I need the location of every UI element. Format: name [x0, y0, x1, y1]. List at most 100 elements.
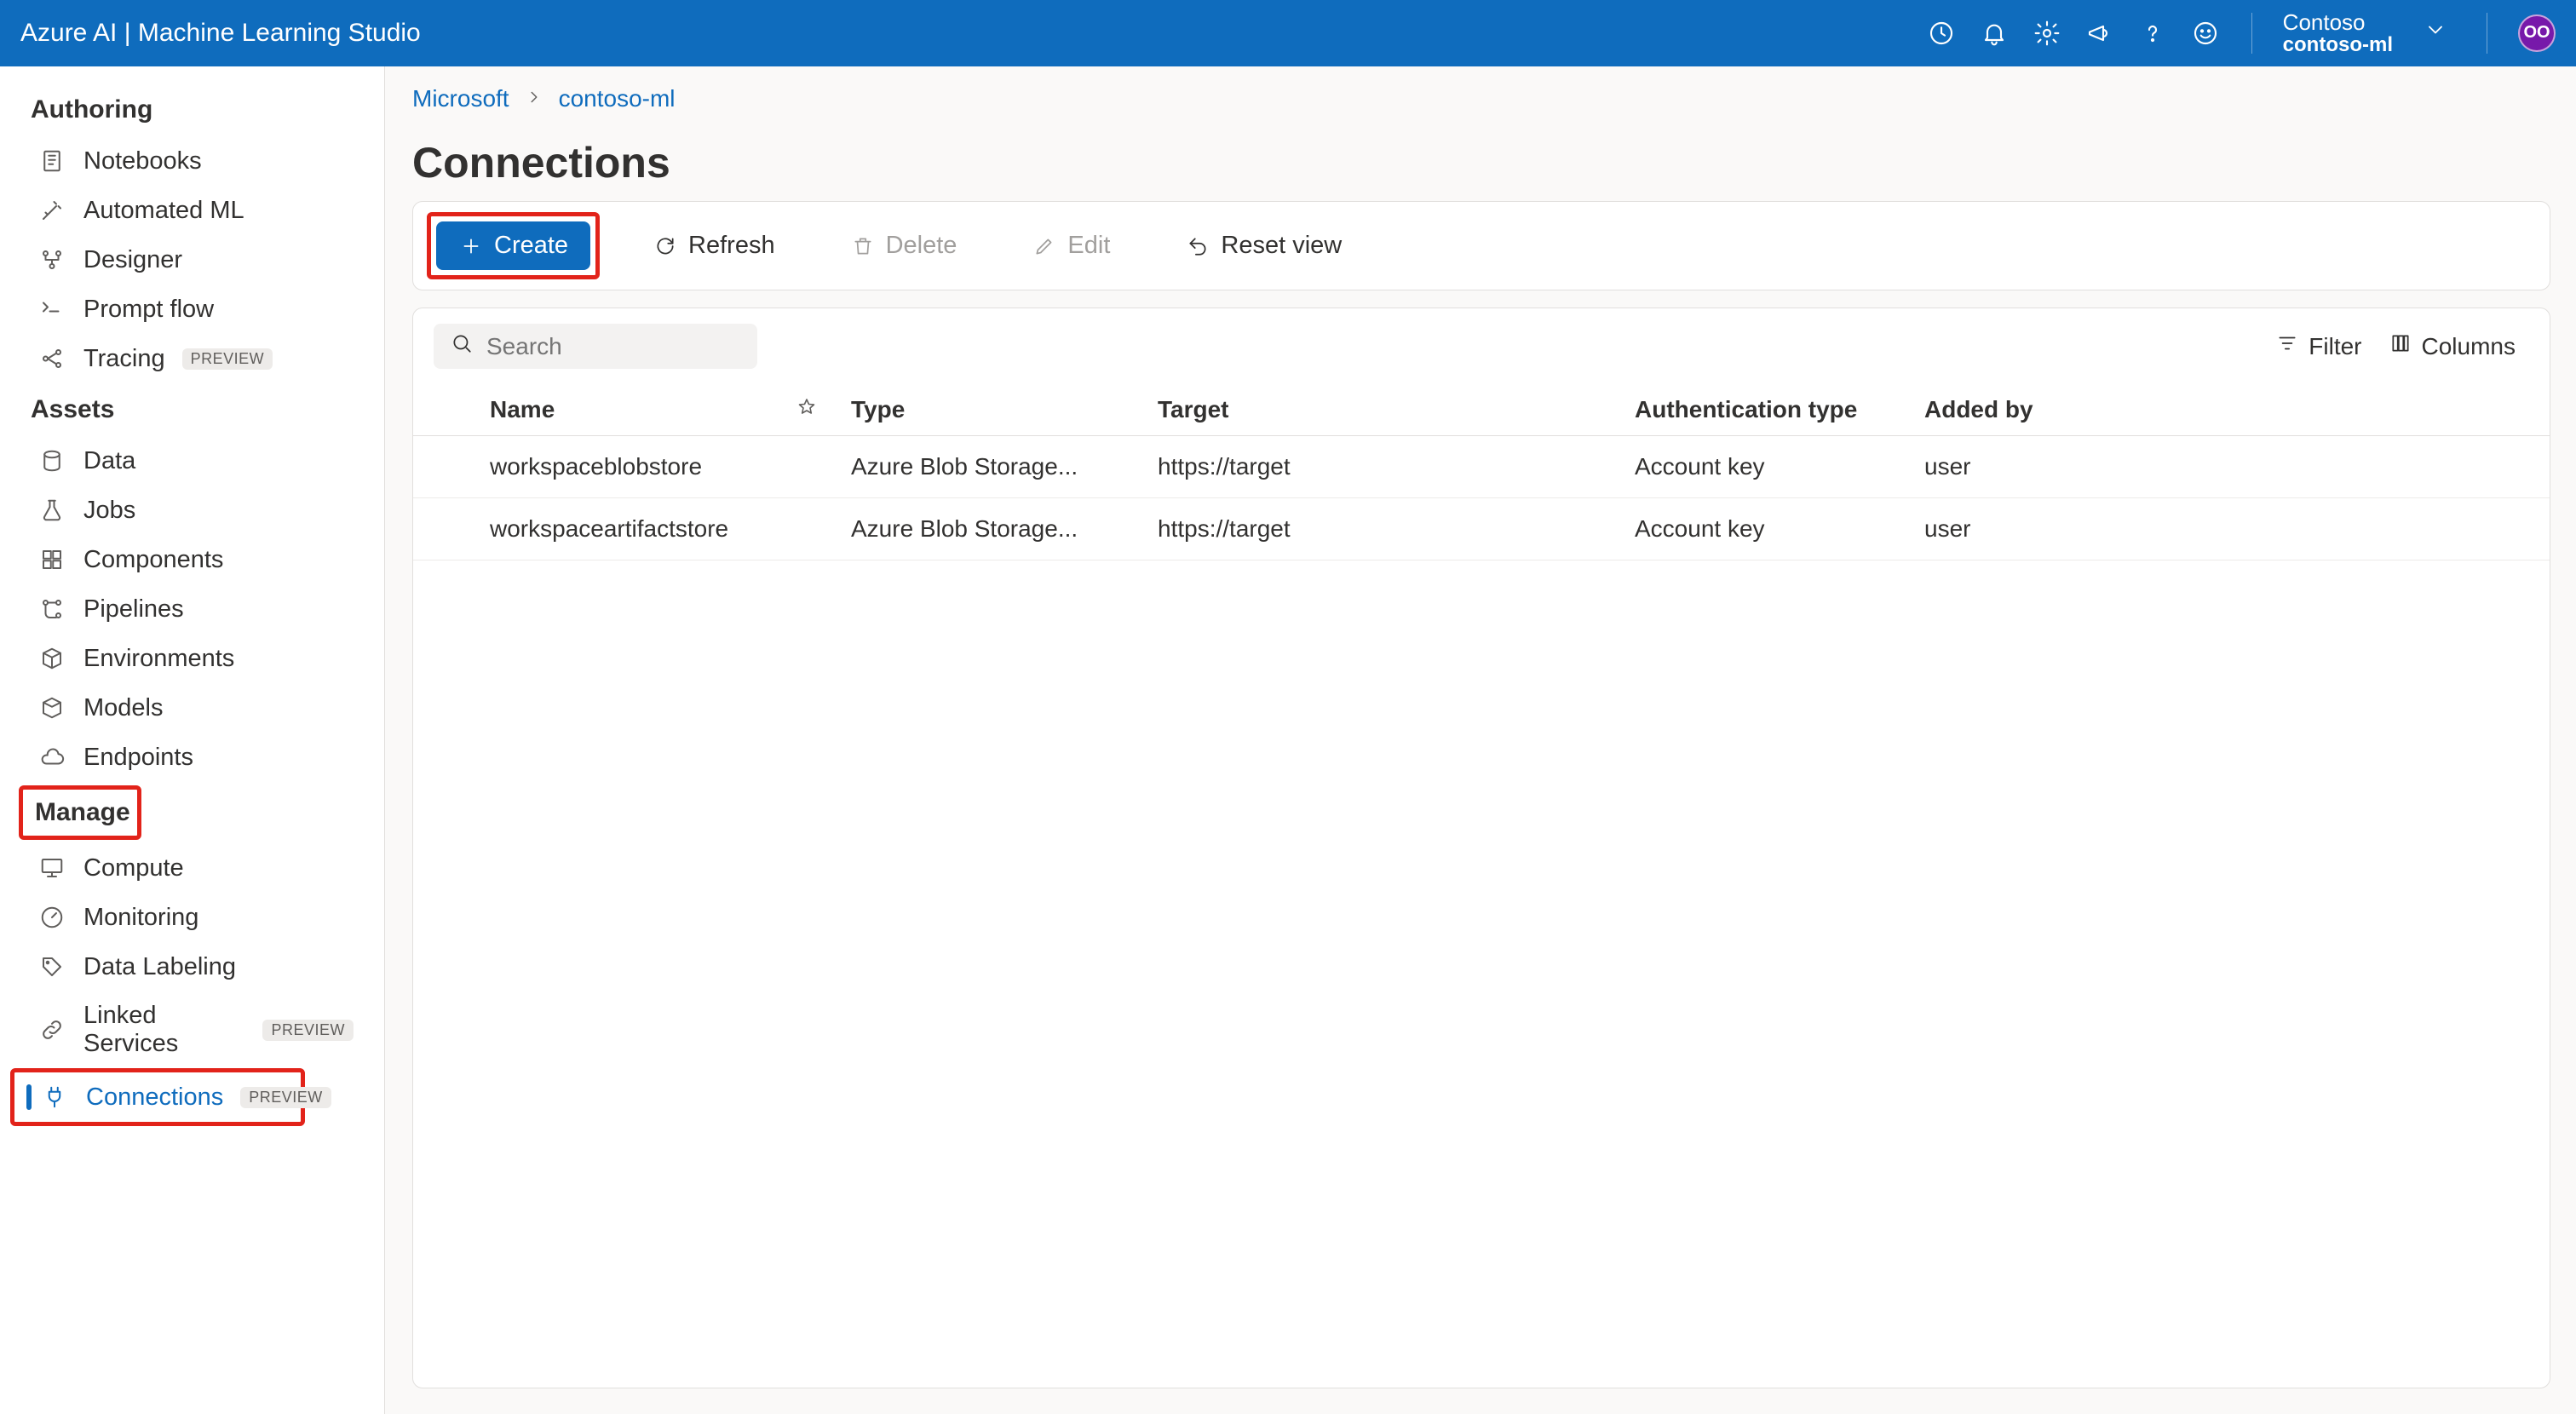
avatar[interactable]: OO	[2518, 14, 2556, 52]
search-box[interactable]	[434, 324, 757, 369]
sidebar-section-authoring: Authoring	[0, 83, 384, 136]
sidebar-item-jobs[interactable]: Jobs	[0, 486, 384, 535]
sidebar-item-datalabeling[interactable]: Data Labeling	[0, 942, 384, 992]
cell-added: user	[1907, 436, 2550, 498]
sidebar-item-tracing[interactable]: Tracing PREVIEW	[0, 334, 384, 383]
box-icon	[37, 644, 66, 673]
clock-icon[interactable]	[1926, 18, 1957, 49]
filter-icon	[2276, 332, 2298, 360]
refresh-button[interactable]: Refresh	[630, 221, 797, 270]
page-title: Connections	[412, 121, 2550, 201]
sidebar-item-pipelines[interactable]: Pipelines	[0, 584, 384, 634]
edit-button: Edit	[1009, 221, 1132, 270]
sidebar-item-compute[interactable]: Compute	[0, 843, 384, 893]
reset-view-button[interactable]: Reset view	[1163, 221, 1364, 270]
database-icon	[37, 446, 66, 475]
search-icon	[451, 332, 473, 360]
pipeline-icon	[37, 595, 66, 624]
search-input[interactable]	[486, 333, 794, 360]
sidebar-section-manage: Manage	[23, 790, 137, 836]
button-label: Edit	[1067, 232, 1110, 260]
sidebar-item-label: Data Labeling	[83, 953, 236, 981]
main-content: Microsoft contoso-ml Connections Create …	[385, 66, 2576, 1414]
sidebar-item-label: Components	[83, 546, 223, 574]
breadcrumb: Microsoft contoso-ml	[412, 82, 2550, 121]
sidebar-item-components[interactable]: Components	[0, 535, 384, 584]
refresh-icon	[653, 233, 678, 259]
gear-icon[interactable]	[2032, 18, 2062, 49]
sidebar-item-label: Data	[83, 447, 135, 475]
sidebar-item-notebooks[interactable]: Notebooks	[0, 136, 384, 186]
breadcrumb-root[interactable]: Microsoft	[412, 85, 509, 112]
button-label: Delete	[886, 232, 957, 260]
col-name[interactable]: Name	[473, 384, 779, 436]
connections-card: Filter Columns Name Type Target Authenti…	[412, 308, 2550, 1388]
sidebar-item-label: Notebooks	[83, 147, 202, 175]
delete-button: Delete	[828, 221, 980, 270]
cell-target: https://target	[1141, 498, 1618, 560]
sidebar-item-label: Tracing	[83, 345, 165, 373]
preview-badge: PREVIEW	[182, 348, 273, 370]
button-label: Refresh	[688, 232, 775, 260]
monitor-icon	[37, 854, 66, 882]
filter-button[interactable]: Filter	[2263, 325, 2375, 367]
cell-auth: Account key	[1618, 436, 1907, 498]
notebook-icon	[37, 147, 66, 175]
col-target[interactable]: Target	[1141, 384, 1618, 436]
toolbar: Create Refresh Delete Edit Reset view	[412, 201, 2550, 290]
create-button[interactable]: Create	[436, 221, 590, 270]
sidebar: Authoring Notebooks Automated ML Designe…	[0, 66, 385, 1414]
col-type[interactable]: Type	[834, 384, 1141, 436]
grid-icon	[37, 545, 66, 574]
gauge-icon	[37, 903, 66, 932]
chevron-down-icon[interactable]	[2424, 18, 2447, 49]
pencil-icon	[1032, 233, 1057, 259]
sidebar-item-promptflow[interactable]: Prompt flow	[0, 285, 384, 334]
sidebar-item-automl[interactable]: Automated ML	[0, 186, 384, 235]
sidebar-section-assets: Assets	[0, 383, 384, 436]
sidebar-item-designer[interactable]: Designer	[0, 235, 384, 285]
sidebar-item-monitoring[interactable]: Monitoring	[0, 893, 384, 942]
highlight-manage: Manage	[19, 785, 141, 840]
cell-added: user	[1907, 498, 2550, 560]
card-toolbar: Filter Columns	[413, 308, 2550, 384]
cell-target: https://target	[1141, 436, 1618, 498]
sidebar-item-environments[interactable]: Environments	[0, 634, 384, 683]
sidebar-item-linkedservices[interactable]: Linked Services PREVIEW	[0, 992, 384, 1068]
sidebar-item-label: Models	[83, 694, 164, 722]
plug-icon	[40, 1083, 69, 1112]
smile-icon[interactable]	[2190, 18, 2221, 49]
sidebar-item-models[interactable]: Models	[0, 683, 384, 733]
sidebar-item-connections[interactable]: Connections PREVIEW	[14, 1072, 301, 1122]
designer-icon	[37, 245, 66, 274]
account-picker[interactable]: Contoso contoso-ml	[2283, 10, 2393, 57]
sidebar-item-endpoints[interactable]: Endpoints	[0, 733, 384, 782]
table-row[interactable]: workspaceartifactstore Azure Blob Storag…	[413, 498, 2550, 560]
cell-auth: Account key	[1618, 498, 1907, 560]
cube-icon	[37, 693, 66, 722]
sidebar-item-label: Compute	[83, 854, 184, 882]
undo-icon	[1185, 233, 1210, 259]
sidebar-item-label: Connections	[86, 1083, 223, 1112]
plus-icon	[458, 233, 484, 259]
bell-icon[interactable]	[1979, 18, 2010, 49]
highlight-create: Create	[427, 212, 600, 279]
preview-badge: PREVIEW	[262, 1020, 354, 1041]
sidebar-item-label: Jobs	[83, 497, 135, 525]
table-row[interactable]: workspaceblobstore Azure Blob Storage...…	[413, 436, 2550, 498]
megaphone-icon[interactable]	[2084, 18, 2115, 49]
columns-button[interactable]: Columns	[2376, 325, 2529, 367]
sidebar-item-label: Pipelines	[83, 595, 184, 624]
flask-icon	[37, 496, 66, 525]
sidebar-item-data[interactable]: Data	[0, 436, 384, 486]
breadcrumb-workspace[interactable]: contoso-ml	[559, 85, 676, 112]
cloud-icon	[37, 743, 66, 772]
col-favorite[interactable]	[779, 384, 834, 436]
link-icon	[37, 1015, 66, 1044]
help-icon[interactable]	[2137, 18, 2168, 49]
cell-type: Azure Blob Storage...	[851, 515, 1078, 543]
col-added[interactable]: Added by	[1907, 384, 2550, 436]
tag-icon	[37, 952, 66, 981]
col-auth[interactable]: Authentication type	[1618, 384, 1907, 436]
button-label: Filter	[2309, 333, 2361, 360]
